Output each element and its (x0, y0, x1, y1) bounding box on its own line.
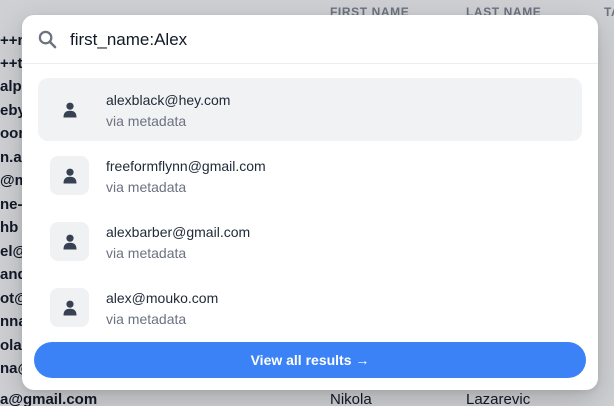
result-title: alexbarber@gmail.com (106, 224, 251, 240)
result-subtitle: via metadata (106, 245, 187, 261)
avatar (50, 90, 89, 129)
bottom-row-last-name: Lazarevic (466, 391, 531, 406)
search-input[interactable] (70, 27, 570, 53)
search-modal: alexblack@hey.com via metadata freeformf… (22, 15, 598, 390)
avatar (50, 222, 89, 261)
results-list: alexblack@hey.com via metadata freeformf… (38, 78, 582, 342)
email-fragment: n.a (0, 149, 22, 166)
result-title: freeformflynn@gmail.com (106, 158, 266, 174)
avatar (50, 288, 89, 327)
view-all-results-button[interactable]: View all results → (34, 342, 586, 378)
user-icon (63, 234, 76, 249)
result-item[interactable]: freeformflynn@gmail.com via metadata (38, 144, 582, 207)
email-fragment: hb (0, 219, 19, 236)
search-bar (22, 15, 598, 64)
user-icon (63, 102, 76, 117)
result-subtitle: via metadata (106, 179, 187, 195)
user-icon (63, 300, 76, 315)
email-fragment: ne- (0, 196, 23, 213)
result-subtitle: via metadata (106, 311, 187, 327)
result-item[interactable]: alexblack@hey.com via metadata (38, 78, 582, 141)
user-icon (63, 168, 76, 183)
result-title: alex@mouko.com (106, 290, 219, 306)
result-item[interactable]: alexbarber@gmail.com via metadata (38, 210, 582, 273)
result-title: alexblack@hey.com (106, 92, 231, 108)
avatar (50, 156, 89, 195)
result-subtitle: via metadata (106, 113, 187, 129)
bottom-row-email: a@gmail.com (0, 391, 98, 406)
bottom-row-first-name: Nikola (330, 391, 372, 406)
search-icon (38, 30, 57, 49)
column-header-ta: TA (604, 5, 614, 19)
result-item[interactable]: alex@mouko.com via metadata (38, 276, 582, 339)
